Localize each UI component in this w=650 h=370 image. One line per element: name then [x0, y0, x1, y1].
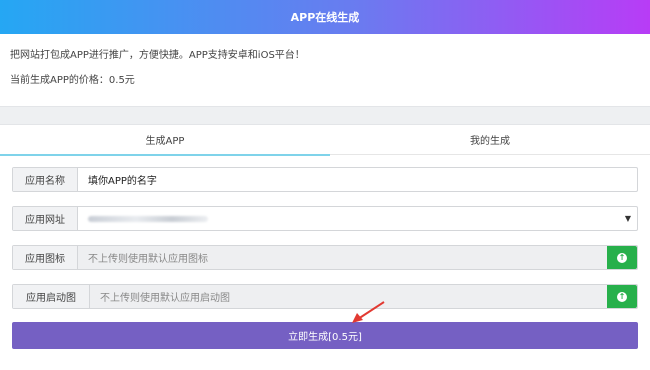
app-splash-field[interactable]: 不上传则使用默认应用启动图 — [90, 285, 607, 308]
page-header: APP在线生成 — [0, 0, 650, 34]
upload-arrow-icon: ↑ — [617, 291, 627, 302]
page-title: APP在线生成 — [290, 11, 360, 24]
dropdown-caret-icon: ▼ — [624, 214, 631, 223]
app-icon-row: 应用图标 不上传则使用默认应用图标 ↑ — [12, 245, 638, 270]
upload-arrow-icon: ↑ — [617, 252, 627, 263]
tab-my-generations[interactable]: 我的生成 — [330, 124, 650, 155]
app-url-row: 应用网址 ▼ — [12, 206, 638, 231]
app-name-row: 应用名称 填你APP的名字 — [12, 167, 638, 192]
app-url-label: 应用网址 — [13, 207, 78, 230]
generate-submit-button[interactable]: 立即生成[0.5元] — [12, 322, 638, 349]
app-splash-row: 应用启动图 不上传则使用默认应用启动图 ↑ — [12, 284, 638, 309]
tab-generate-app[interactable]: 生成APP — [0, 124, 330, 156]
intro-text: 把网站打包成APP进行推广，方便快捷。APP支持安卓和iOS平台！ — [10, 50, 305, 61]
app-name-input[interactable]: 填你APP的名字 — [78, 168, 637, 191]
section-divider — [0, 106, 650, 125]
app-icon-label: 应用图标 — [13, 246, 78, 269]
app-name-label: 应用名称 — [13, 168, 78, 191]
app-icon-field[interactable]: 不上传则使用默认应用图标 — [78, 246, 607, 269]
tab-bar: 生成APP 我的生成 — [0, 124, 650, 156]
app-icon-upload-button[interactable]: ↑ — [607, 246, 637, 269]
price-text: 当前生成APP的价格：0.5元 — [10, 75, 135, 86]
app-splash-upload-button[interactable]: ↑ — [607, 285, 637, 308]
app-splash-label: 应用启动图 — [13, 285, 90, 308]
blurred-url-value — [88, 215, 208, 222]
app-url-select[interactable]: ▼ — [78, 207, 637, 230]
